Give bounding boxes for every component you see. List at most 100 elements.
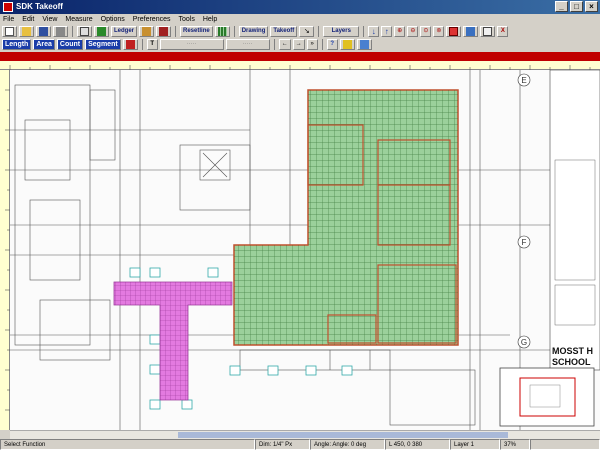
fullscreen-icon xyxy=(449,27,459,36)
undo-button[interactable]: ····· xyxy=(225,39,270,50)
horizontal-scrollbar[interactable] xyxy=(10,430,600,439)
book-button[interactable] xyxy=(156,26,172,37)
book-icon xyxy=(159,27,169,36)
window-title: SDK Takeoff xyxy=(16,2,63,11)
info-icon xyxy=(342,40,352,49)
properties-button[interactable] xyxy=(94,26,109,37)
move-up-button[interactable]: ↑ xyxy=(381,26,393,37)
print-button[interactable] xyxy=(53,26,68,37)
printer-icon xyxy=(56,27,65,36)
status-bar: Select Function Dim: 1/4" Px Angle: Angl… xyxy=(0,439,600,450)
menu-tools[interactable]: Tools xyxy=(179,14,195,25)
help-button[interactable]: ? xyxy=(326,39,338,50)
zoom-in-icon: ⊕ xyxy=(397,28,403,34)
arrow-icon: ↘ xyxy=(303,28,310,35)
ledger-button[interactable]: Ledger xyxy=(111,26,138,37)
arrow-right-icon: → xyxy=(295,41,302,47)
double-arrow-icon: » xyxy=(310,41,314,47)
calc-button[interactable] xyxy=(122,39,138,50)
grid-label-f: F xyxy=(522,238,527,247)
pencil-button[interactable] xyxy=(139,26,155,37)
menu-edit[interactable]: Edit xyxy=(22,14,34,25)
segment-button[interactable]: Segment xyxy=(85,39,121,50)
status-zoom: 37% xyxy=(500,439,530,450)
copy-button[interactable] xyxy=(77,26,92,37)
fullscreen-button[interactable] xyxy=(446,26,462,37)
status-function: Select Function xyxy=(0,439,255,450)
measurement-bar xyxy=(0,52,600,61)
help-icon: ? xyxy=(330,41,335,47)
redraw-button[interactable] xyxy=(480,26,496,37)
zoom-out-button[interactable]: ⊖ xyxy=(407,26,419,37)
drawing-button[interactable]: Drawing xyxy=(238,26,269,37)
area-button[interactable]: Area xyxy=(33,39,55,50)
text-tool-button[interactable]: T xyxy=(146,39,158,50)
minimize-button[interactable]: _ xyxy=(555,1,568,12)
title-block-line1: MOSST H xyxy=(552,346,593,356)
arrow-left-icon: ← xyxy=(281,41,288,47)
save-button[interactable] xyxy=(36,26,51,37)
status-extra xyxy=(530,439,600,450)
calculator-icon xyxy=(125,40,135,49)
new-file-button[interactable] xyxy=(2,26,17,37)
takeoff-button[interactable]: Takeoff xyxy=(270,26,298,37)
next-page-button[interactable]: → xyxy=(292,39,305,50)
zoom-out-icon: ⊖ xyxy=(410,28,416,34)
menu-bar: File Edit View Measure Options Preferenc… xyxy=(0,14,600,25)
folder-icon xyxy=(22,27,31,36)
horizontal-ruler xyxy=(0,61,600,70)
zoom-window-icon: ⊙ xyxy=(423,28,429,34)
status-angle: Angle: Angle: 0 deg xyxy=(310,439,385,450)
title-block xyxy=(549,70,600,371)
delete-icon: X xyxy=(500,28,505,34)
info-button[interactable] xyxy=(339,39,355,50)
grid-button[interactable] xyxy=(214,26,230,37)
zoom-in-button[interactable]: ⊕ xyxy=(394,26,406,37)
new-file-icon xyxy=(5,27,14,36)
vertical-ruler xyxy=(0,70,10,430)
grid-label-g: G xyxy=(521,338,527,347)
count-button[interactable]: Count xyxy=(56,39,84,50)
menu-preferences[interactable]: Preferences xyxy=(133,14,171,25)
drawing-canvas[interactable]: E F G MOSST H SCHOOL xyxy=(10,70,600,430)
arrow-down-icon: ↓ xyxy=(371,27,376,36)
copy-icon xyxy=(80,27,89,36)
close-button[interactable]: × xyxy=(585,1,598,12)
length-button[interactable]: Length xyxy=(2,39,32,50)
layers-button[interactable]: Layers xyxy=(323,26,360,37)
delete-button[interactable]: X xyxy=(497,26,509,37)
title-bar: SDK Takeoff _ □ × xyxy=(0,0,600,14)
cut-button[interactable]: ····· xyxy=(159,39,224,50)
arrow-tool-button[interactable]: ↘ xyxy=(299,26,315,37)
app-icon xyxy=(3,2,13,12)
menu-help[interactable]: Help xyxy=(203,14,217,25)
pencil-icon xyxy=(142,27,152,36)
scroll-thumb[interactable] xyxy=(178,432,508,438)
zoom-window-button[interactable]: ⊙ xyxy=(420,26,432,37)
status-coordinates: L 450, 0 380 xyxy=(385,439,450,450)
prev-page-button[interactable]: ← xyxy=(278,39,291,50)
menu-view[interactable]: View xyxy=(42,14,57,25)
menu-measure[interactable]: Measure xyxy=(65,14,92,25)
zoom-fit-button[interactable]: ⊚ xyxy=(433,26,445,37)
open-button[interactable] xyxy=(19,26,34,37)
grid-icon xyxy=(217,27,227,36)
step-button[interactable]: » xyxy=(306,39,318,50)
menu-options[interactable]: Options xyxy=(101,14,125,25)
redraw-icon xyxy=(483,27,493,36)
maximize-button[interactable]: □ xyxy=(570,1,583,12)
pan-button[interactable] xyxy=(463,26,479,37)
pan-icon xyxy=(466,27,476,36)
title-block-line2: SCHOOL xyxy=(552,357,591,367)
context-help-button[interactable] xyxy=(356,39,372,50)
menu-file[interactable]: File xyxy=(3,14,14,25)
floppy-icon xyxy=(39,27,48,36)
overview-minimap[interactable] xyxy=(499,367,595,427)
main-toolbar: Ledger Resetline Drawing Takeoff ↘ Layer… xyxy=(0,25,600,38)
resetlines-button[interactable]: Resetline xyxy=(180,26,213,37)
text-icon: T xyxy=(150,41,155,47)
status-dimension: Dim: 1/4" Px xyxy=(255,439,310,450)
measure-toolbar: Length Area Count Segment T ····· ····· … xyxy=(0,38,600,51)
context-help-icon xyxy=(359,40,369,49)
move-down-button[interactable]: ↓ xyxy=(368,26,380,37)
